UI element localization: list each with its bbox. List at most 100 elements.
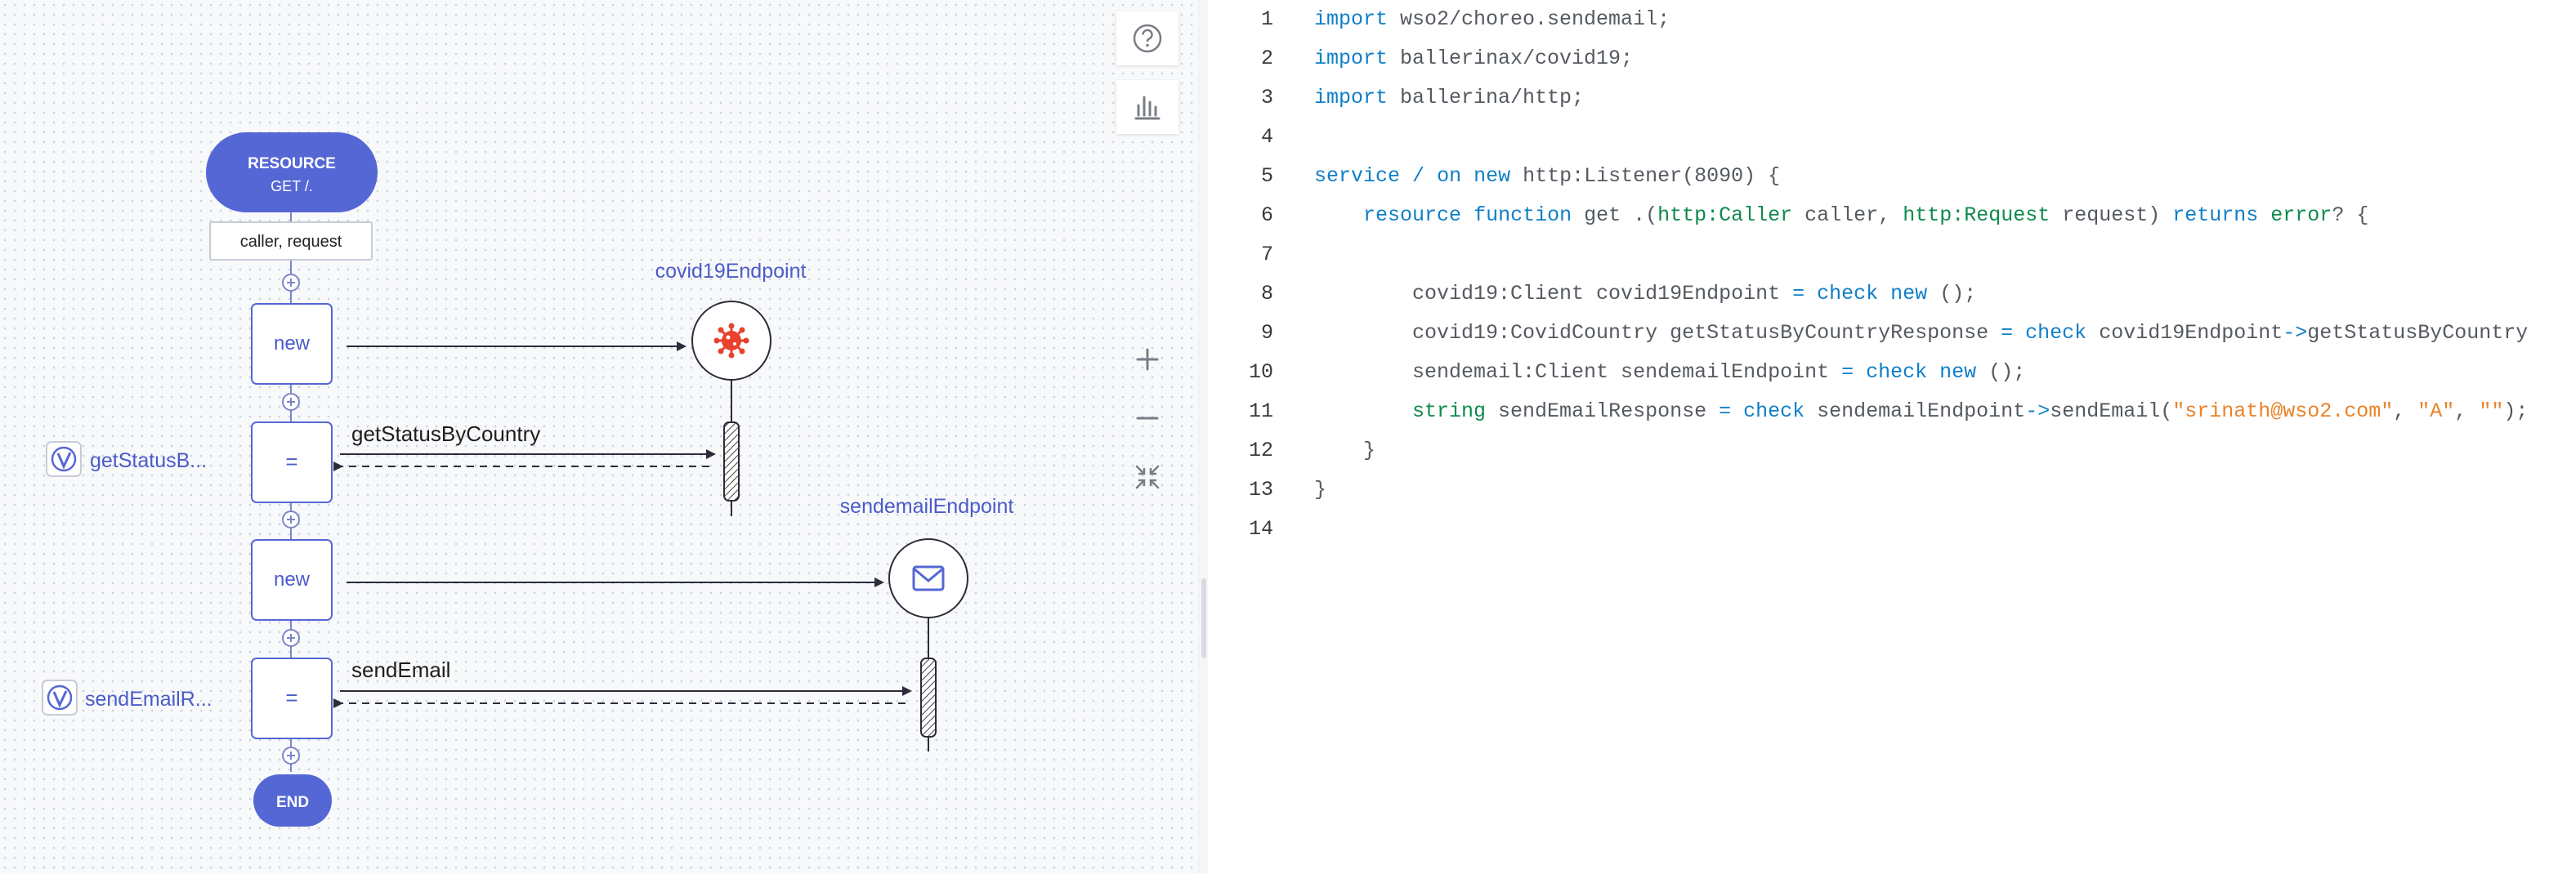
line-number: 10: [1248, 360, 1273, 384]
diagram-canvas[interactable]: RESOURCE GET /. caller, request new = ne…: [0, 0, 1198, 874]
code-token: ();: [1976, 360, 2026, 384]
code-line[interactable]: 7: [1208, 235, 2576, 274]
minus-icon: [1136, 417, 1159, 420]
statement-label: =: [285, 449, 297, 474]
end-node[interactable]: END: [253, 774, 332, 827]
code-token: ,: [2393, 399, 2418, 423]
line-code: import ballerina/http;: [1314, 78, 1584, 118]
end-node-label: END: [276, 794, 309, 811]
line-number: 6: [1260, 203, 1273, 227]
endpoint-name: covid19Endpoint: [655, 260, 807, 283]
statement-label: new: [274, 569, 311, 591]
code-line[interactable]: 13}: [1208, 470, 2576, 510]
variable-sendemail[interactable]: sendEmailR...: [42, 680, 212, 716]
code-token: covid19Endpoint: [2086, 321, 2283, 345]
code-line[interactable]: 14: [1208, 510, 2576, 549]
code-line[interactable]: 12 }: [1208, 431, 2576, 470]
line-code: import ballerinax/covid19;: [1314, 39, 1633, 78]
code-token: /: [1412, 164, 1425, 188]
code-token: =: [1841, 360, 1854, 384]
activation-bar: [920, 658, 937, 738]
code-line[interactable]: 3 import ballerina/http;: [1208, 78, 2576, 118]
code-token: get .(: [1572, 203, 1658, 227]
code-line[interactable]: 8 covid19:Client covid19Endpoint = check…: [1208, 274, 2576, 314]
code-token: ->: [2283, 321, 2308, 345]
code-token: import: [1314, 86, 1389, 109]
line-number: 4: [1260, 125, 1273, 149]
code-token: sendemailEndpoint: [1805, 399, 2026, 423]
code-token: on: [1437, 164, 1462, 188]
code-token: http:Request: [1903, 203, 2051, 227]
line-code: }: [1314, 470, 1326, 510]
code-token: check: [1743, 399, 1805, 423]
code-token: returns: [2172, 203, 2259, 227]
line-code: covid19:Client covid19Endpoint = check n…: [1314, 274, 1976, 314]
line-number: 1: [1260, 7, 1273, 31]
statement-box-new[interactable]: new: [251, 303, 333, 385]
code-token: =: [1719, 399, 1732, 423]
line-number: 11: [1248, 399, 1273, 423]
action-label: getStatusByCountry: [351, 421, 540, 446]
code-token: resource: [1363, 203, 1462, 227]
endpoint-covid19[interactable]: [691, 301, 771, 381]
params-label: caller, request: [240, 233, 342, 251]
fit-to-screen-button[interactable]: [1116, 453, 1178, 502]
add-statement-plus-icon[interactable]: [282, 511, 300, 528]
code-token: sendEmailResponse: [1486, 399, 1720, 423]
code-line[interactable]: 2 import ballerinax/covid19;: [1208, 39, 2576, 78]
code-token: check: [1866, 360, 1928, 384]
statement-box-assign[interactable]: =: [251, 421, 333, 503]
code-line[interactable]: 4: [1208, 118, 2576, 157]
line-number: 14: [1248, 517, 1273, 541]
code-token: http:Caller: [1657, 203, 1793, 227]
sequence-diagram: RESOURCE GET /. caller, request new = ne…: [42, 132, 1013, 827]
params-box[interactable]: caller, request: [209, 221, 373, 261]
resource-start-node[interactable]: RESOURCE GET /.: [206, 132, 378, 212]
code-line[interactable]: 10 sendemail:Client sendemailEndpoint = …: [1208, 353, 2576, 392]
zoom-in-button[interactable]: [1116, 335, 1178, 384]
code-token: service: [1314, 164, 1401, 188]
code-token: =: [2001, 321, 2014, 345]
code-token: wso2/choreo.sendemail;: [1388, 7, 1670, 31]
line-number: 3: [1260, 86, 1273, 109]
fit-to-screen-icon: [1135, 465, 1160, 489]
help-button[interactable]: [1116, 11, 1178, 65]
code-token: new: [1939, 360, 1977, 384]
code-token: covid19:CovidCountry getStatusByCountryR…: [1314, 321, 2001, 345]
code-line[interactable]: 5 service / on new http:Listener(8090) {: [1208, 157, 2576, 196]
code-token: }: [1314, 439, 1376, 462]
statement-box-new[interactable]: new: [251, 539, 333, 621]
code-line[interactable]: 1 import wso2/choreo.sendemail;: [1208, 0, 2576, 39]
line-number: 7: [1260, 243, 1273, 266]
variable-getstatus[interactable]: getStatusB...: [46, 441, 207, 477]
zoom-out-button[interactable]: [1116, 394, 1178, 443]
endpoint-sendemail[interactable]: [888, 538, 968, 618]
code-line[interactable]: 9 covid19:CovidCountry getStatusByCountr…: [1208, 314, 2576, 353]
line-code: covid19:CovidCountry getStatusByCountryR…: [1314, 314, 2528, 353]
code-line[interactable]: 6 resource function get .(http:Caller ca…: [1208, 196, 2576, 235]
code-editor[interactable]: 1 import wso2/choreo.sendemail; 2 import ba…: [1208, 0, 2576, 874]
code-token: covid19:Client covid19Endpoint: [1314, 282, 1793, 305]
code-line[interactable]: 11 string sendEmailResponse = check send…: [1208, 392, 2576, 431]
add-statement-plus-icon[interactable]: [282, 393, 300, 411]
statement-box-assign[interactable]: =: [251, 658, 333, 739]
plus-icon: [1136, 348, 1159, 371]
add-statement-plus-icon[interactable]: [282, 747, 300, 765]
splitter-drag-handle[interactable]: [1201, 578, 1206, 658]
add-statement-plus-icon[interactable]: [282, 629, 300, 647]
line-number: 5: [1260, 164, 1273, 188]
code-token: check: [1817, 282, 1879, 305]
performance-chart-button[interactable]: [1116, 80, 1178, 134]
code-token: ,: [2454, 399, 2480, 423]
help-icon: [1133, 24, 1162, 53]
add-statement-plus-icon[interactable]: [282, 274, 300, 292]
variable-name: getStatusB...: [90, 449, 207, 472]
line-number: 9: [1260, 321, 1273, 345]
line-code: service / on new http:Listener(8090) {: [1314, 157, 1780, 196]
